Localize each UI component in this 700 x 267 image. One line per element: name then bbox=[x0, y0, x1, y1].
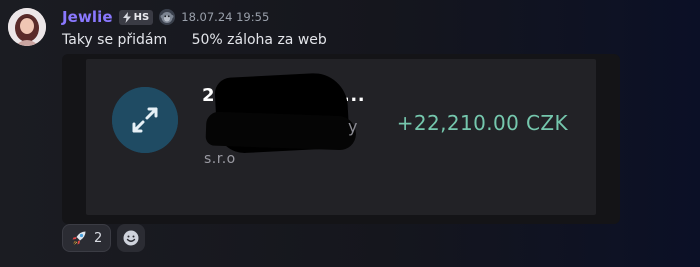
reactions-bar: 2 bbox=[62, 224, 146, 252]
server-tag-label: HS bbox=[133, 11, 150, 23]
hand-over-mouth-emoji[interactable] bbox=[168, 31, 186, 81]
message-text-part2: 50% záloha za web bbox=[187, 32, 327, 48]
transfer-arrows-icon bbox=[112, 87, 178, 153]
transaction-name-visible: 2 bbox=[202, 85, 216, 106]
add-reaction-button[interactable] bbox=[117, 224, 146, 252]
image-attachment[interactable]: 2... y s.r.o +22,210.00 CZK bbox=[62, 54, 620, 224]
lightning-icon bbox=[122, 11, 131, 23]
transaction-amount: +22,210.00 CZK bbox=[396, 111, 568, 135]
avatar-image bbox=[8, 8, 46, 46]
gorilla-icon[interactable] bbox=[159, 9, 176, 25]
user-avatar[interactable] bbox=[8, 8, 46, 46]
server-tag[interactable]: HS bbox=[118, 9, 154, 25]
transaction-card: 2... y s.r.o +22,210.00 CZK bbox=[86, 59, 596, 215]
reaction-rocket[interactable]: 2 bbox=[62, 224, 112, 252]
message-text-part1: Taky se přidám bbox=[62, 32, 168, 48]
rocket-emoji bbox=[72, 231, 86, 245]
transaction-company-suffix: s.r.o bbox=[204, 151, 236, 167]
message-timestamp: 18.07.24 19:55 bbox=[181, 10, 270, 24]
smiley-add-reaction-icon bbox=[123, 230, 139, 246]
transaction-subtitle-tail: y bbox=[348, 117, 358, 136]
redaction-scribble-lower bbox=[205, 111, 357, 151]
message-content: Taky se přidám 50% záloha za web bbox=[62, 30, 347, 81]
flexed-biceps-emoji[interactable] bbox=[328, 31, 346, 80]
message-header: Jewlie HS 18.07.24 19:55 bbox=[62, 7, 269, 27]
discord-message-view: Jewlie HS 18.07.24 19:55 Taky se přidám bbox=[0, 0, 700, 267]
reaction-count: 2 bbox=[94, 230, 103, 246]
author-username[interactable]: Jewlie bbox=[62, 8, 113, 26]
